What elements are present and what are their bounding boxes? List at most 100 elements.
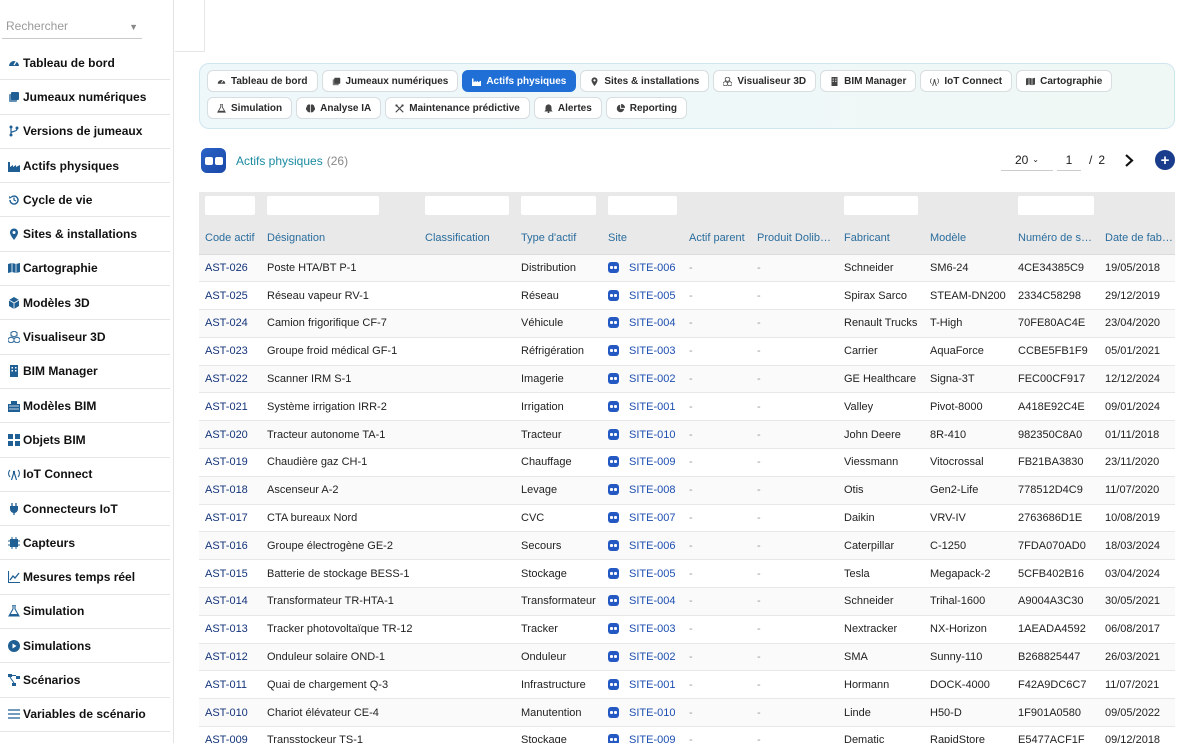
table-row[interactable]: AST-019 Chaudière gaz CH-1 Chauffage SITE-0…: [199, 448, 1175, 477]
table-row[interactable]: AST-016 Groupe électrogène GE-2 Secours SIT…: [199, 531, 1175, 561]
column-header[interactable]: Date de fabri…: [1099, 222, 1175, 255]
site-link[interactable]: SITE-006: [629, 262, 675, 274]
site-link[interactable]: SITE-001: [629, 401, 675, 413]
table-row[interactable]: AST-010 Chariot élévateur CE-4 Manutention…: [199, 698, 1175, 728]
asset-site[interactable]: SITE-010: [602, 420, 683, 450]
asset-code-link[interactable]: AST-014: [199, 587, 261, 616]
column-header[interactable]: Type d'actif: [515, 222, 602, 255]
table-row[interactable]: AST-025 Réseau vapeur RV-1 Réseau SITE-005-…: [199, 281, 1175, 311]
asset-site[interactable]: SITE-003: [602, 337, 683, 366]
module-tab-jumeaux-numeriques[interactable]: Jumeaux numériques: [321, 70, 459, 92]
table-row[interactable]: AST-014 Transformateur TR-HTA-1 Transforma…: [199, 587, 1175, 616]
chevron-down-icon[interactable]: ▼: [129, 22, 138, 32]
module-tab-analyse-ia[interactable]: Analyse IA: [296, 97, 382, 119]
module-tab-actifs-physiques[interactable]: Actifs physiques: [462, 70, 577, 92]
asset-code-link[interactable]: AST-024: [199, 309, 261, 338]
site-link[interactable]: SITE-010: [629, 707, 675, 719]
site-link[interactable]: SITE-004: [629, 317, 675, 329]
sidebar-item-modeles-bim[interactable]: Modèles BIM: [0, 389, 170, 424]
asset-code-link[interactable]: AST-016: [199, 531, 261, 561]
module-tab-iot-connect[interactable]: IoT Connect: [920, 70, 1013, 92]
sidebar-item-sites-installations[interactable]: Sites & installations: [0, 217, 170, 252]
site-link[interactable]: SITE-006: [629, 540, 675, 552]
sidebar-item-scenarios[interactable]: Scénarios: [0, 663, 170, 698]
module-tab-reporting[interactable]: Reporting: [605, 97, 687, 119]
asset-code-link[interactable]: AST-018: [199, 476, 261, 505]
sidebar-item-versions-de-jumeaux[interactable]: Versions de jumeaux: [0, 115, 170, 149]
sidebar-item-simulations[interactable]: Simulations: [0, 629, 170, 664]
table-row[interactable]: AST-013 Tracker photovoltaïque TR-12 Track…: [199, 615, 1175, 644]
add-asset-button[interactable]: +: [1155, 150, 1175, 170]
column-header[interactable]: Désignation: [261, 222, 419, 255]
column-filter-input[interactable]: [1018, 196, 1094, 215]
sidebar-item-modeles-3d[interactable]: Modèles 3D: [0, 286, 170, 321]
sidebar-item-objets-bim[interactable]: Objets BIM: [0, 423, 170, 458]
site-link[interactable]: SITE-005: [629, 290, 675, 302]
asset-site[interactable]: SITE-002: [602, 643, 683, 672]
table-row[interactable]: AST-026 Poste HTA/BT P-1 Distribution SITE-…: [199, 254, 1175, 283]
table-row[interactable]: AST-012 Onduleur solaire OND-1 Onduleur SIT…: [199, 643, 1175, 672]
column-header[interactable]: Fabricant: [838, 222, 924, 255]
asset-code-link[interactable]: AST-022: [199, 365, 261, 394]
site-link[interactable]: SITE-003: [629, 345, 675, 357]
column-filter-input[interactable]: [844, 196, 918, 215]
table-row[interactable]: AST-011 Quai de chargement Q-3 Infrastruct…: [199, 670, 1175, 700]
asset-site[interactable]: SITE-001: [602, 392, 683, 422]
sidebar-item-cartographie[interactable]: Cartographie: [0, 252, 170, 287]
site-link[interactable]: SITE-010: [629, 429, 675, 441]
table-row[interactable]: AST-018 Ascenseur A-2 Levage SITE-008- - Otis…: [199, 476, 1175, 505]
module-tab-alertes[interactable]: Alertes: [533, 97, 602, 119]
site-link[interactable]: SITE-002: [629, 651, 675, 663]
asset-site[interactable]: SITE-006: [602, 254, 683, 283]
table-row[interactable]: AST-015 Batterie de stockage BESS-1 Stocka…: [199, 559, 1175, 589]
column-header[interactable]: Classification: [419, 222, 515, 255]
search-input[interactable]: [2, 14, 122, 38]
column-filter-input[interactable]: [267, 196, 379, 215]
asset-site[interactable]: SITE-009: [602, 726, 683, 743]
site-link[interactable]: SITE-005: [629, 568, 675, 580]
asset-code-link[interactable]: AST-020: [199, 420, 261, 450]
asset-site[interactable]: SITE-004: [602, 587, 683, 616]
table-row[interactable]: AST-020 Tracteur autonome TA-1 Tracteur SIT…: [199, 420, 1175, 450]
sidebar-item-mesures-temps-reel[interactable]: Mesures temps réel: [0, 560, 170, 595]
asset-site[interactable]: SITE-003: [602, 615, 683, 644]
site-link[interactable]: SITE-009: [629, 456, 675, 468]
table-row[interactable]: AST-009 Transstockeur TS-1 Stockage SITE-00…: [199, 726, 1175, 743]
page-size-select[interactable]: 20 ⌄: [1000, 149, 1053, 171]
column-header[interactable]: Site: [602, 222, 683, 255]
site-link[interactable]: SITE-008: [629, 484, 675, 496]
asset-site[interactable]: SITE-007: [602, 504, 683, 533]
module-tab-visualiseur-3d[interactable]: Visualiseur 3D: [713, 70, 817, 92]
column-filter-input[interactable]: [608, 196, 677, 215]
module-tab-bim-manager[interactable]: BIM Manager: [820, 70, 917, 92]
asset-code-link[interactable]: AST-017: [199, 504, 261, 533]
module-tab-tableau-de-bord[interactable]: Tableau de bord: [207, 70, 318, 92]
column-filter-input[interactable]: [205, 196, 255, 215]
site-link[interactable]: SITE-003: [629, 623, 675, 635]
column-header[interactable]: Actif parent: [683, 222, 751, 255]
asset-site[interactable]: SITE-010: [602, 698, 683, 728]
column-header[interactable]: Produit Dolib…: [751, 222, 838, 255]
sidebar-item-cycle-de-vie[interactable]: Cycle de vie: [0, 183, 170, 218]
sidebar-item-capteurs[interactable]: Capteurs: [0, 526, 170, 561]
module-tab-maintenance-predictive[interactable]: Maintenance prédictive: [385, 97, 530, 119]
asset-code-link[interactable]: AST-023: [199, 337, 261, 366]
asset-site[interactable]: SITE-009: [602, 448, 683, 477]
asset-code-link[interactable]: AST-019: [199, 448, 261, 477]
site-link[interactable]: SITE-002: [629, 373, 675, 385]
sidebar-item-bim-manager[interactable]: BIM Manager: [0, 355, 170, 389]
asset-code-link[interactable]: AST-021: [199, 392, 261, 422]
asset-site[interactable]: SITE-006: [602, 531, 683, 561]
sidebar-item-iot-connect[interactable]: IoT Connect: [0, 458, 170, 492]
asset-site[interactable]: SITE-005: [602, 281, 683, 311]
sidebar-item-tableau-de-bord[interactable]: Tableau de bord: [0, 46, 170, 81]
column-header[interactable]: Numéro de s…: [1012, 222, 1099, 255]
asset-code-link[interactable]: AST-013: [199, 615, 261, 644]
module-tab-simulation[interactable]: Simulation: [207, 97, 293, 119]
asset-code-link[interactable]: AST-025: [199, 281, 261, 311]
asset-site[interactable]: SITE-005: [602, 559, 683, 589]
asset-code-link[interactable]: AST-026: [199, 254, 261, 283]
sidebar-item-actifs-physiques[interactable]: Actifs physiques: [0, 149, 170, 184]
site-link[interactable]: SITE-001: [629, 679, 675, 691]
asset-site[interactable]: SITE-002: [602, 365, 683, 394]
